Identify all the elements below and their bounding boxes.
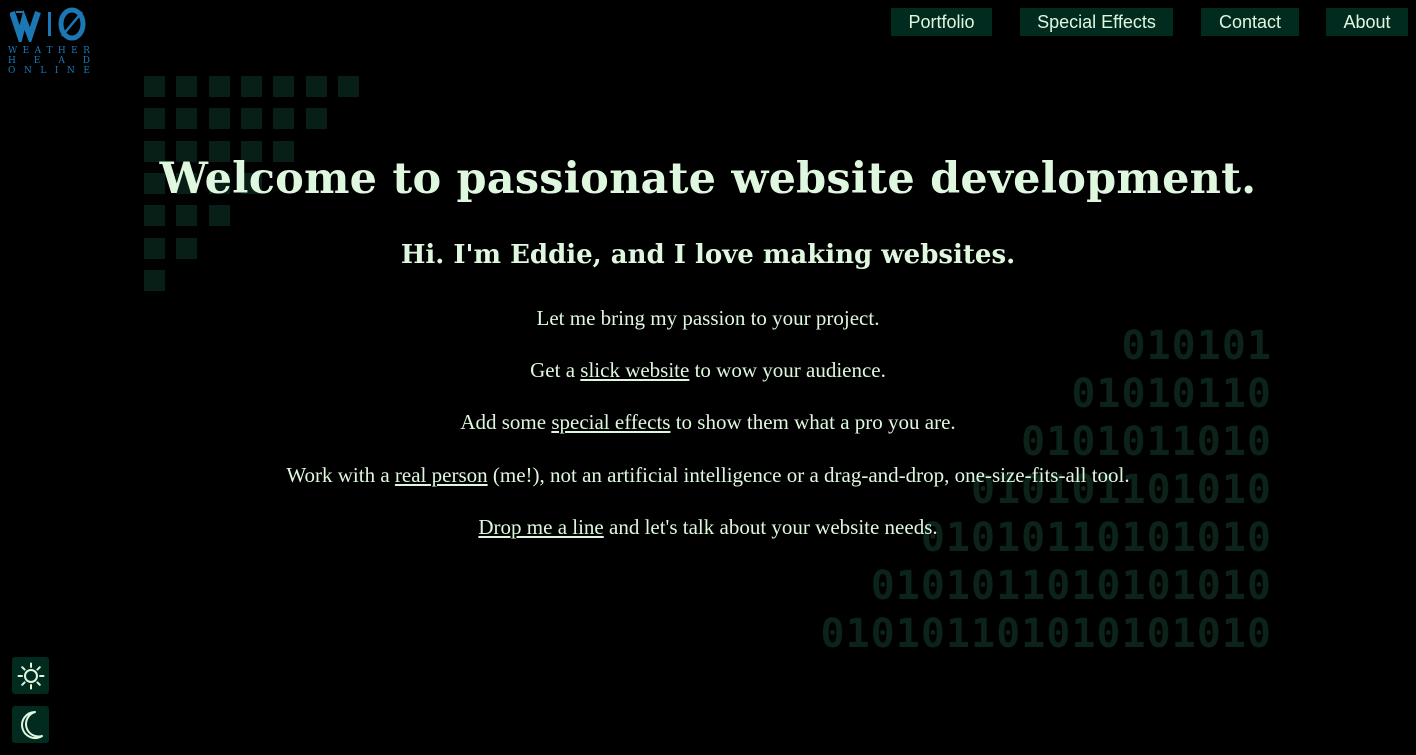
paragraph-text: Add some xyxy=(460,410,552,434)
binary-line: 0101011010101010 xyxy=(870,563,1272,609)
paragraph-text: to show them what a pro you are. xyxy=(670,410,956,434)
logo-letter: E xyxy=(83,66,90,76)
logo-wordmark: WEATHER HEAD ONLINE xyxy=(8,46,90,76)
drop-me-a-line-link[interactable]: Drop me a line xyxy=(478,515,603,539)
nav-portfolio[interactable]: Portfolio xyxy=(891,8,992,36)
decorative-pixel xyxy=(209,108,230,129)
dark-mode-button[interactable] xyxy=(12,706,49,743)
paragraph-text: (me!), not an artificial intelligence or… xyxy=(487,463,1130,487)
paragraph-text: to wow your audience. xyxy=(689,358,886,382)
decorative-pixel xyxy=(144,76,165,97)
page-title: Welcome to passionate website developmen… xyxy=(159,154,1257,204)
decorative-pixel xyxy=(176,108,197,129)
logo-letter: E xyxy=(71,46,78,56)
paragraph-text: and let's talk about your website needs. xyxy=(603,515,938,539)
paragraph-text: Get a xyxy=(530,358,581,382)
page-subtitle: Hi. I'm Eddie, and I love making website… xyxy=(400,240,1016,270)
logo-letter: E xyxy=(22,46,30,56)
logo-letter: T xyxy=(46,46,53,56)
logo-letter: L xyxy=(40,66,47,76)
site-logo[interactable]: WEATHER HEAD ONLINE xyxy=(8,4,90,78)
decorative-pixel xyxy=(209,76,230,97)
paragraph-text: Work with a xyxy=(286,463,395,487)
paragraph-text: Let me bring my passion to your project. xyxy=(536,306,880,330)
logo-letter: N xyxy=(23,66,32,76)
moon-icon xyxy=(20,710,43,739)
logo-letter: O xyxy=(8,66,16,76)
slick-website-link[interactable]: slick website xyxy=(580,358,689,382)
binary-line: 010101101010101010 xyxy=(820,611,1272,657)
logo-line-weather: WEATHER xyxy=(8,46,90,56)
logo-letter: A xyxy=(34,46,42,56)
nav-special-effects[interactable]: Special Effects xyxy=(1020,8,1173,36)
logo-line-online: ONLINE xyxy=(8,66,90,76)
light-mode-button[interactable] xyxy=(12,657,49,694)
logo-letter: D xyxy=(82,56,90,66)
nav-contact[interactable]: Contact xyxy=(1201,8,1299,36)
logo-mark-icon xyxy=(10,7,86,42)
decorative-pixel xyxy=(176,76,197,97)
intro-paragraph-4: Work with a real person (me!), not an ar… xyxy=(0,460,1416,490)
logo-letter: I xyxy=(54,66,59,76)
decorative-pixel xyxy=(241,108,262,129)
decorative-pixel xyxy=(306,108,327,129)
logo-letter: E xyxy=(33,56,41,66)
special-effects-link[interactable]: special effects xyxy=(551,410,670,434)
logo-letter: H xyxy=(8,56,16,66)
intro-paragraph-1: Let me bring my passion to your project. xyxy=(0,303,1416,333)
nav-about[interactable]: About xyxy=(1326,8,1408,36)
real-person-link[interactable]: real person xyxy=(395,463,488,487)
sun-icon xyxy=(17,662,44,689)
decorative-pixel xyxy=(144,108,165,129)
decorative-pixel xyxy=(338,76,359,97)
decorative-pixel xyxy=(273,76,294,97)
intro-paragraph-3: Add some special effects to show them wh… xyxy=(0,407,1416,437)
decorative-pixel xyxy=(306,76,327,97)
logo-letter: H xyxy=(57,46,66,56)
decorative-pixel xyxy=(273,108,294,129)
logo-letter: W xyxy=(8,46,18,56)
intro-paragraph-2: Get a slick website to wow your audience… xyxy=(0,355,1416,385)
decorative-pixel xyxy=(241,76,262,97)
logo-line-head: HEAD xyxy=(8,56,90,66)
logo-letter: R xyxy=(83,46,90,56)
logo-letter: A xyxy=(58,56,65,66)
intro-paragraph-5: Drop me a line and let's talk about your… xyxy=(0,512,1416,542)
logo-letter: N xyxy=(67,66,75,76)
